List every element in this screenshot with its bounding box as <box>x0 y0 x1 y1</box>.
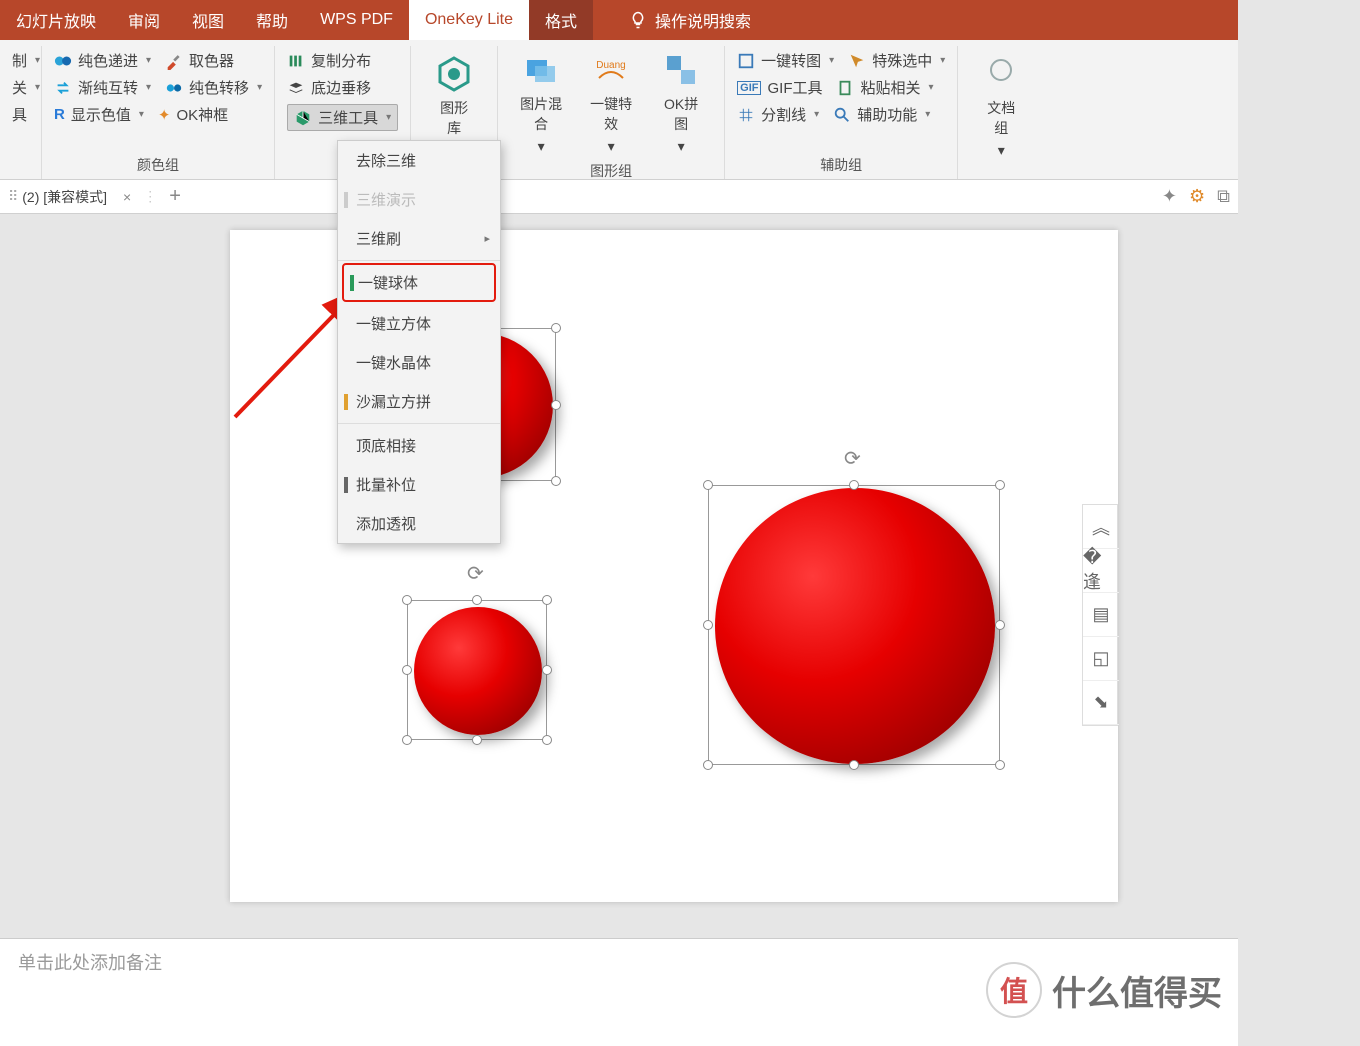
one-click-effect-button[interactable]: Duang 一键特 效▾ <box>580 50 642 155</box>
notes-placeholder: 单击此处添加备注 <box>18 953 162 973</box>
3d-tools-button[interactable]: 三维工具▾ <box>287 104 398 131</box>
ribbon-tool-partial[interactable]: 具 <box>12 104 29 125</box>
wand-icon: ✦ <box>158 106 171 124</box>
one-rotate-button[interactable]: 一键转图▾ <box>737 50 834 71</box>
slide-workspace: ⟳ ⟳ ︽ �逢 ▤ ◱ ⬊ <box>0 214 1238 938</box>
menu-3d-demo: 三维演示 <box>338 180 500 219</box>
select-icon <box>848 52 866 70</box>
tell-me-search[interactable]: 操作说明搜索 <box>613 0 767 40</box>
gradient-icon <box>54 52 72 70</box>
duang-icon: Duang <box>591 50 631 90</box>
tell-me-label: 操作说明搜索 <box>655 8 751 32</box>
3d-tools-dropdown: 去除三维 三维演示 三维刷▸ 一键球体 一键立方体 一键水晶体 沙漏立方拼 顶底… <box>337 140 501 544</box>
menu-one-click-cube[interactable]: 一键立方体 <box>338 304 500 343</box>
eyedropper-icon <box>165 52 183 70</box>
color-picker-button[interactable]: 取色器 <box>165 50 234 71</box>
doc-tab-close[interactable]: × <box>123 189 131 205</box>
aux-function-button[interactable]: 辅助功能▾ <box>833 104 930 125</box>
tab-onekey-lite[interactable]: OneKey Lite <box>409 0 529 40</box>
tab-format[interactable]: 格式 <box>529 0 593 40</box>
gradient-rotate-button[interactable]: 渐纯互转▾ <box>54 77 151 98</box>
ribbon-tabbar: 幻灯片放映 审阅 视图 帮助 WPS PDF OneKey Lite 格式 操作… <box>0 0 1238 40</box>
circle-icon <box>981 54 1021 94</box>
pure-transfer-button[interactable]: 纯色转移▾ <box>165 77 262 98</box>
distribute-icon[interactable]: ▤ <box>1083 593 1119 637</box>
menu-one-click-crystal[interactable]: 一键水晶体 <box>338 343 500 382</box>
overlap-icon[interactable]: ◱ <box>1083 637 1119 681</box>
floating-toolbar: ︽ �逢 ▤ ◱ ⬊ <box>1082 504 1118 726</box>
watermark-badge: 值 <box>986 962 1042 1018</box>
pure-progressive-button[interactable]: 纯色递进▾ <box>54 50 151 71</box>
pin-icon[interactable]: ✦ <box>1162 186 1177 207</box>
tab-wpspdf[interactable]: WPS PDF <box>304 0 409 40</box>
special-select-button[interactable]: 特殊选中▾ <box>848 50 945 71</box>
menu-sand-cube[interactable]: 沙漏立方拼 <box>338 382 500 421</box>
gear-icon[interactable]: ⚙ <box>1189 186 1205 207</box>
copy-distribute-button[interactable]: 复制分布 <box>287 50 398 71</box>
doc-group-button[interactable]: 文档 组▾ <box>970 54 1032 159</box>
menu-batch-fill[interactable]: 批量补位 <box>338 465 500 504</box>
clipboard-icon <box>836 79 854 97</box>
ribbon-cut-partial[interactable]: 制▾ <box>12 50 29 71</box>
ok-frame-button[interactable]: ✦ OK神框 <box>158 104 228 125</box>
window-icon[interactable]: ⧉ <box>1217 186 1230 207</box>
blend-icon <box>521 50 561 90</box>
cube-icon <box>294 109 312 127</box>
shape-selection-2[interactable]: ⟳ <box>407 600 547 740</box>
aux-group-label: 辅助组 <box>737 149 945 177</box>
rotate-handle-icon[interactable]: ⟳ <box>467 561 487 581</box>
tab-slideshow[interactable]: 幻灯片放映 <box>0 0 112 40</box>
gif-icon: GIF <box>737 81 761 95</box>
bars-icon <box>287 52 305 70</box>
red-sphere-2[interactable] <box>414 607 542 735</box>
split-line-button[interactable]: 分割线▾ <box>737 104 819 125</box>
color-group-label: 颜色组 <box>54 149 262 177</box>
magnify-icon <box>833 106 851 124</box>
export-icon[interactable]: ⬊ <box>1083 681 1119 725</box>
watermark-text: 什么值得买 <box>1052 966 1222 1015</box>
doc-tab-drag-icon[interactable]: ⠿ <box>8 188 16 205</box>
ribbon: 制▾ 关▾ 具 纯色递进▾ 取色器 渐纯互转▾ <box>0 40 1238 180</box>
svg-text:Duang: Duang <box>596 60 625 71</box>
bottom-overlap-button[interactable]: 底边垂移 <box>287 77 398 98</box>
doc-tab-label[interactable]: (2) [兼容模式] <box>22 187 107 207</box>
swap-icon <box>54 79 72 97</box>
ribbon-close-partial[interactable]: 关▾ <box>12 77 29 98</box>
align-left-icon[interactable]: �逢 <box>1083 549 1119 593</box>
menu-one-click-sphere[interactable]: 一键球体 <box>342 263 496 302</box>
paste-related-button[interactable]: 粘贴相关▾ <box>836 77 933 98</box>
shape-selection-3[interactable]: ⟳ <box>708 485 1000 765</box>
tab-help[interactable]: 帮助 <box>240 0 304 40</box>
menu-top-bottom[interactable]: 顶底相接 <box>338 426 500 465</box>
rotate-icon <box>737 52 755 70</box>
gif-tool-button[interactable]: GIF GIF工具 <box>737 77 822 98</box>
red-sphere-3[interactable] <box>715 488 995 764</box>
dots-icon <box>165 79 183 97</box>
tab-review[interactable]: 审阅 <box>112 0 176 40</box>
merge-icon <box>661 50 701 90</box>
ok-merge-button[interactable]: OK拼 图▾ <box>650 50 712 155</box>
menu-remove-3d[interactable]: 去除三维 <box>338 141 500 180</box>
hexagon-icon <box>434 54 474 94</box>
watermark: 值 什么值得买 <box>986 962 1222 1018</box>
document-bar: ⠿ (2) [兼容模式] × ⋮ + ✦ ⚙ ⧉ <box>0 180 1238 214</box>
show-color-value-button[interactable]: R 显示色值▾ <box>54 104 144 125</box>
lightbulb-icon <box>629 11 647 29</box>
rotate-handle-icon[interactable]: ⟳ <box>844 446 864 466</box>
doc-tab-add[interactable]: + <box>169 185 181 208</box>
image-blend-button[interactable]: 图片混 合▾ <box>510 50 572 155</box>
letter-r-icon: R <box>54 106 65 123</box>
collapse-icon[interactable]: ︽ <box>1083 505 1119 549</box>
menu-add-perspective[interactable]: 添加透视 <box>338 504 500 543</box>
shape-group-label: 图形组 <box>510 155 712 183</box>
menu-3d-brush[interactable]: 三维刷▸ <box>338 219 500 258</box>
tab-view[interactable]: 视图 <box>176 0 240 40</box>
layers-icon <box>287 79 305 97</box>
grid-icon <box>737 106 755 124</box>
